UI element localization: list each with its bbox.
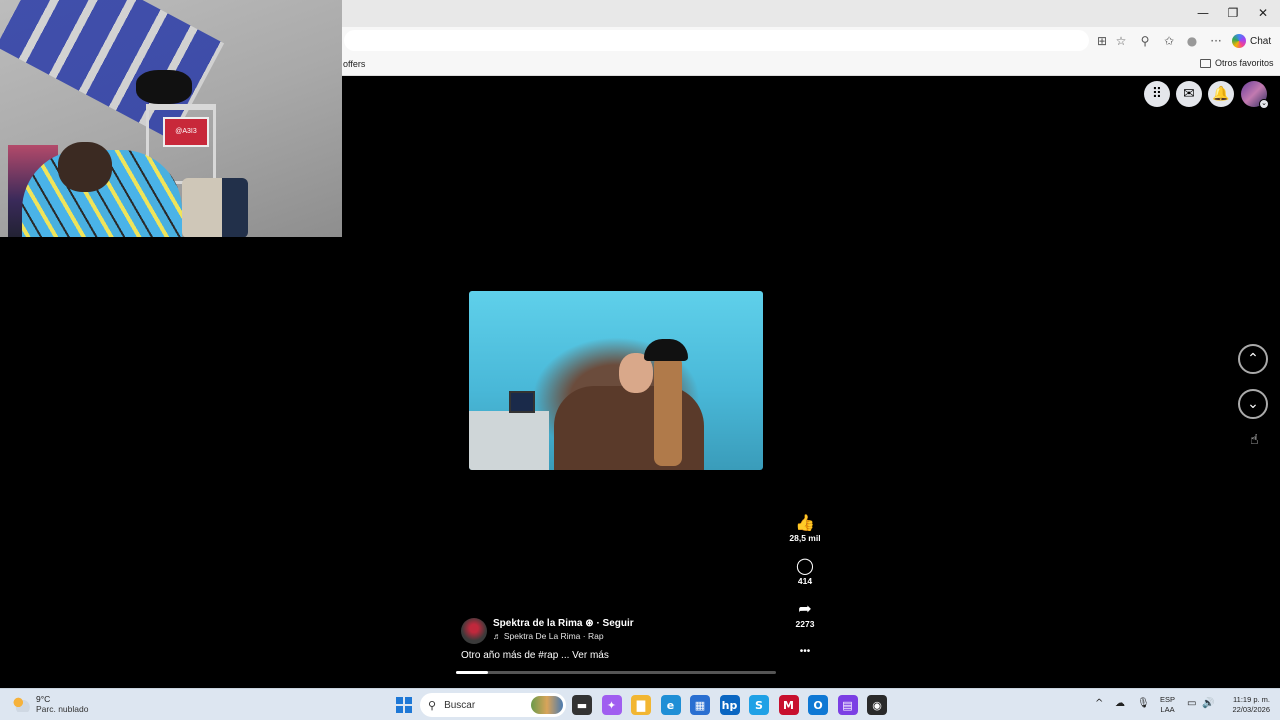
webcam-helmet [136,70,192,104]
tray-chevron-icon[interactable]: ^ [1095,698,1103,709]
search-highlight-art [531,696,563,714]
extensions-icon[interactable]: ⚲ [1137,33,1153,49]
chat-label: Chat [1250,35,1272,47]
webcam-sign: @A3I3 [163,117,209,147]
close-button[interactable]: ✕ [1248,5,1278,21]
partly-cloudy-icon [12,696,30,712]
weather-text: 9°C Parc. nublado [36,694,88,714]
search-icon: ⚲ [428,698,437,712]
next-reel-button[interactable]: ⌄ [1238,389,1268,419]
hp-icon[interactable]: hp [719,695,740,715]
volume-icon[interactable]: 🔊 [1202,698,1214,709]
video-shelf [469,411,549,470]
store-icon[interactable]: ▦ [690,695,710,715]
mcafee-icon[interactable]: M [778,695,799,715]
author-info: Spektra de la Rima ⊛ · Seguir ♬ Spektra … [493,618,634,644]
more-icon[interactable]: ··· [1208,33,1224,49]
file-explorer-icon[interactable]: ▬ [572,695,592,715]
share-count: 2273 [795,619,815,629]
profile-icon[interactable]: ● [1184,33,1200,49]
weather-desc: Parc. nublado [36,704,89,714]
start-tile [396,697,403,704]
previous-reel-button[interactable]: ⌃ [1238,344,1268,374]
folder-icon [1200,58,1211,68]
author-name[interactable]: Spektra de la Rima [493,618,582,629]
minimize-button[interactable]: — [1188,5,1218,21]
skype-icon[interactable]: S [749,695,769,715]
copilot-logo-icon [1232,34,1246,48]
notifications-icon[interactable]: 🔔 [1208,81,1234,107]
microphone-icon[interactable]: 🎙 [1137,698,1150,709]
video-person-cap [644,339,688,361]
messenger-icon[interactable]: ✉ [1176,81,1202,107]
follow-link[interactable]: · Seguir [596,618,633,629]
other-favorites[interactable]: Otros favoritos [1200,58,1274,68]
language-indicator[interactable]: ESP LAA [1160,695,1175,715]
display-icon[interactable]: ▭ [1187,698,1196,709]
reel-author: Spektra de la Rima ⊛ · Seguir ♬ Spektra … [461,618,634,644]
weather-widget[interactable]: 9°C Parc. nublado [12,694,88,714]
webcam-chair-back [222,178,248,237]
start-tile [405,706,412,713]
copilot-icon[interactable]: ✦ [601,695,622,715]
url-input[interactable] [344,30,1089,51]
video-progress-fill [456,671,488,674]
outlook-icon[interactable]: O [808,695,828,715]
share-icon: ➦ [798,599,812,618]
app-icon[interactable]: ⊞ [1094,33,1110,49]
network-icon[interactable]: ☁ [1115,698,1125,709]
video-progress-bar[interactable] [456,671,776,674]
thumbs-up-icon: 👍 [795,513,815,532]
maximize-button[interactable]: ❐ [1218,5,1248,21]
weather-temp: 9°C [36,694,51,704]
clipchamp-icon[interactable]: ▤ [837,695,858,715]
song-link[interactable]: ♬ Spektra De La Rima · Rap [493,631,634,641]
star-icon[interactable]: ☆ [1113,33,1129,49]
author-line: Spektra de la Rima ⊛ · Seguir [493,618,634,629]
language-code: ESP [1160,695,1176,704]
comment-count: 414 [797,576,813,586]
app-red-dot-icon[interactable]: ◉ [867,695,887,715]
edge-icon[interactable]: e [660,695,681,715]
video-person-hair [654,356,682,466]
start-tile [405,697,412,704]
share-button[interactable]: ➦ 2273 [788,599,822,630]
screen: — ❐ ✕ ⊞ ☆ ⚲ ✩ ● ··· Chat offers Otros fa… [0,0,1280,720]
video-monitor [509,391,535,413]
comment-icon: ◯ [796,556,814,575]
like-count: 28,5 mil [789,533,821,543]
more-options-icon[interactable]: ••• [788,646,822,657]
like-button[interactable]: 👍 28,5 mil [788,513,822,544]
comment-button[interactable]: ◯ 414 [788,556,822,587]
clock-time: 11:19 p. m. [1233,695,1270,704]
taskbar-search[interactable]: ⚲ Buscar [420,693,566,717]
clock-date: 22/03/2026 [1232,705,1270,714]
reel-caption[interactable]: Otro año más de #rap ... Ver más [461,650,609,661]
webcam-sign-text: @A3I3 [175,128,197,135]
verified-icon: ⊛ [585,618,594,629]
hand-cursor-icon: ☝ [1250,432,1259,448]
favorite-offers[interactable]: offers [343,59,365,69]
reel-video[interactable] [469,291,763,470]
webcam-person-head [58,142,112,192]
author-avatar[interactable] [461,618,487,644]
keyboard-layout: LAA [1160,705,1175,714]
favorites-icon[interactable]: ✩ [1161,33,1177,49]
windows-taskbar: 9°C Parc. nublado ⚲ Buscar ▬ ✦ ▇ e ▦ hp S M O ▤ ◉ … [0,688,1280,720]
other-favorites-label: Otros favoritos [1215,58,1274,68]
webcam-overlay: @A3I3 [0,0,342,237]
search-placeholder: Buscar [444,699,476,711]
system-clock[interactable]: 11:19 p. m. 22/03/2026 [1222,695,1270,715]
start-tile [396,706,403,713]
menu-grid-icon[interactable]: ⠿ [1144,81,1170,107]
start-button[interactable] [396,697,412,713]
chevron-down-icon[interactable]: ⌄ [1259,99,1269,109]
folder-icon[interactable]: ▇ [631,695,651,715]
chat-button[interactable]: Chat [1232,31,1271,51]
